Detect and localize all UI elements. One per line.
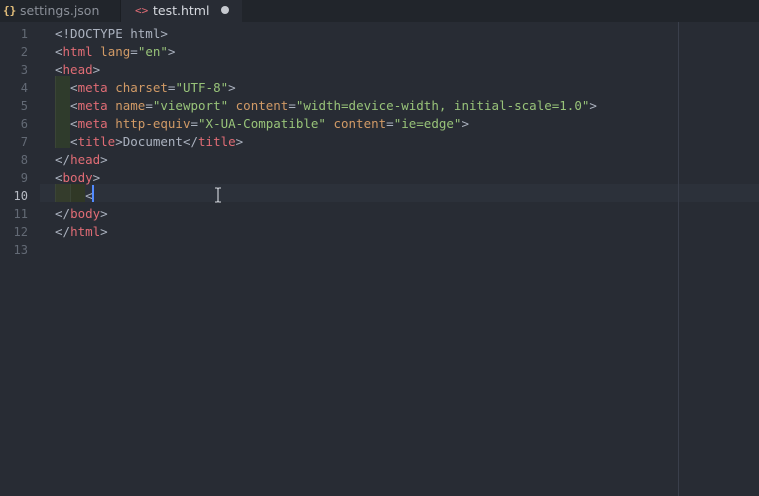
code-token: > bbox=[100, 224, 108, 239]
code-token: > bbox=[100, 152, 108, 167]
code-token: "en" bbox=[137, 44, 168, 59]
code-line[interactable]: <!DOCTYPE html> bbox=[55, 25, 168, 43]
line-number: 6 bbox=[20, 117, 28, 131]
line-number: 2 bbox=[20, 45, 28, 59]
code-token: charset bbox=[115, 80, 168, 95]
code-line[interactable]: <html lang="en"> bbox=[55, 43, 175, 61]
code-line[interactable]: </body> bbox=[55, 205, 108, 223]
tab-bar: {} settings.json <> test.html bbox=[0, 0, 759, 22]
code-token: </ bbox=[55, 152, 71, 167]
code-line[interactable]: </head> bbox=[55, 151, 108, 169]
code-token: html bbox=[70, 224, 101, 239]
editor-window: {} settings.json <> test.html 1234567891… bbox=[0, 0, 759, 496]
code-token: "UTF-8" bbox=[175, 80, 229, 95]
code-token: "width=device-width, initial-scale=1.0" bbox=[295, 98, 590, 113]
code-token: content bbox=[235, 98, 289, 113]
code-token: title bbox=[198, 134, 236, 149]
code-line[interactable]: </html> bbox=[55, 223, 108, 241]
code-token: < bbox=[55, 170, 63, 185]
line-number: 1 bbox=[20, 27, 28, 41]
code-editor[interactable]: 1 2 3 4 5 6 7 8 9 10 11 12 13 <!DOCTYPE html> <html l… bbox=[0, 22, 759, 496]
code-token: = bbox=[145, 98, 153, 113]
code-token: <!DOCTYPE html> bbox=[55, 26, 168, 41]
code-line[interactable]: <meta http-equiv="X-UA-Compatible" conte… bbox=[55, 115, 469, 133]
line-number: 11 bbox=[13, 207, 28, 221]
line-number: 10 bbox=[13, 189, 28, 203]
code-token: > bbox=[100, 206, 108, 221]
code-token: > bbox=[167, 44, 176, 59]
code-token: = bbox=[130, 44, 138, 59]
code-token: </ bbox=[55, 206, 71, 221]
code-token: "viewport" bbox=[152, 98, 229, 113]
code-token: < bbox=[55, 62, 63, 77]
code-token: meta bbox=[77, 98, 108, 113]
tab-test-html[interactable]: <> test.html bbox=[121, 0, 242, 22]
code-token: < bbox=[55, 134, 78, 149]
tab-label: test.html bbox=[153, 3, 210, 18]
code-token: title bbox=[77, 134, 116, 149]
code-token: head bbox=[70, 152, 101, 167]
tab-label: settings.json bbox=[20, 3, 100, 18]
line-number-gutter: 1 2 3 4 5 6 7 8 9 10 11 12 13 bbox=[0, 22, 40, 496]
code-token: content bbox=[333, 116, 387, 131]
text-cursor-ibeam-icon bbox=[215, 187, 221, 203]
code-token: http-equiv bbox=[115, 116, 191, 131]
code-line[interactable]: <meta charset="UTF-8"> bbox=[55, 79, 236, 97]
code-token: > bbox=[589, 98, 597, 113]
code-token: < bbox=[55, 188, 93, 203]
code-token: > bbox=[228, 80, 236, 95]
code-area[interactable]: <!DOCTYPE html> <html lang="en"> <head> <m… bbox=[55, 22, 675, 496]
code-line[interactable]: < bbox=[55, 187, 93, 205]
line-number: 4 bbox=[20, 81, 28, 95]
code-token: = bbox=[386, 116, 394, 131]
code-line[interactable]: <meta name="viewport" content="width=dev… bbox=[55, 97, 597, 115]
code-token: "ie=edge" bbox=[393, 116, 462, 131]
line-number: 5 bbox=[20, 99, 28, 113]
code-token: head bbox=[62, 62, 93, 77]
code-token: < bbox=[55, 44, 63, 59]
code-token: > bbox=[115, 134, 123, 149]
code-token: lang bbox=[100, 44, 131, 59]
line-number: 8 bbox=[20, 153, 28, 167]
code-token: = bbox=[190, 116, 199, 131]
line-number: 3 bbox=[20, 63, 28, 77]
code-token: Document bbox=[122, 134, 183, 149]
line-number: 9 bbox=[20, 171, 28, 185]
text-caret bbox=[92, 185, 94, 202]
code-token: > bbox=[92, 170, 101, 185]
line-number: 7 bbox=[20, 135, 28, 149]
code-token: name bbox=[115, 98, 146, 113]
code-token: < bbox=[55, 80, 78, 95]
code-line[interactable]: <title>Document</title> bbox=[55, 133, 243, 151]
code-token: html bbox=[62, 44, 93, 59]
code-token: meta bbox=[77, 80, 108, 95]
line-number: 12 bbox=[13, 225, 28, 239]
wrap-guide-ruler bbox=[678, 22, 679, 496]
code-line[interactable]: <head> bbox=[55, 61, 100, 79]
code-token: < bbox=[55, 116, 78, 131]
code-token: < bbox=[55, 98, 78, 113]
code-token: meta bbox=[77, 116, 108, 131]
code-token: </ bbox=[55, 224, 71, 239]
code-token: body bbox=[62, 170, 93, 185]
code-token: "X-UA-Compatible" bbox=[198, 116, 326, 131]
code-token: </ bbox=[182, 134, 199, 149]
code-token: > bbox=[461, 116, 469, 131]
line-number: 13 bbox=[13, 243, 28, 257]
json-braces-icon: {} bbox=[3, 4, 17, 17]
code-token: > bbox=[92, 62, 101, 77]
code-token: > bbox=[235, 134, 244, 149]
dirty-dot-icon[interactable] bbox=[221, 6, 229, 14]
html-code-icon: <> bbox=[135, 4, 149, 17]
code-token: body bbox=[70, 206, 101, 221]
code-token: = bbox=[288, 98, 296, 113]
tab-settings-json[interactable]: {} settings.json bbox=[0, 0, 121, 22]
